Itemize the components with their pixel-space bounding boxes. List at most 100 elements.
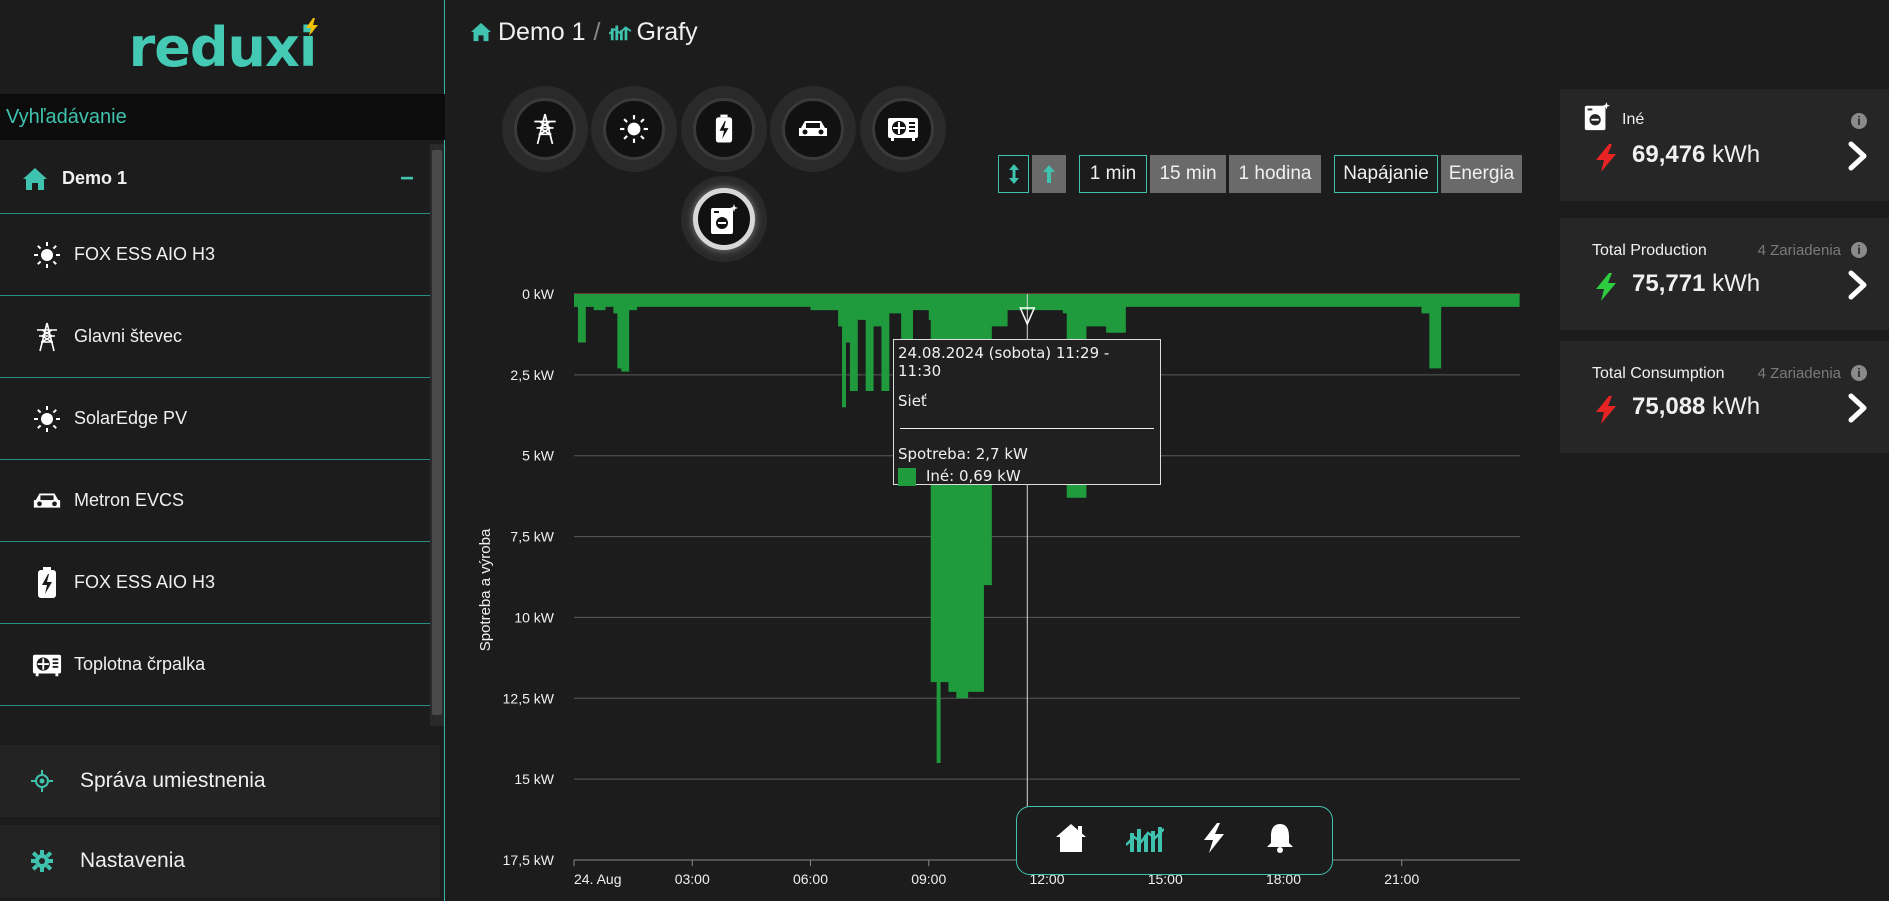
tooltip-series-value: 0,69 kW: [959, 467, 1021, 485]
sidebar-item-label: SolarEdge PV: [74, 408, 188, 428]
logo-text: reduxi: [128, 15, 318, 79]
y-tick-label: 17,5 kW: [503, 852, 555, 868]
device-battery-button[interactable]: [681, 86, 767, 172]
sidebar-item-label: Glavni števec: [74, 326, 183, 346]
car-icon: [799, 121, 827, 136]
mode-power[interactable]: Napájanie: [1334, 155, 1438, 193]
sidebar-item-fox-ess-1[interactable]: FOX ESS AIO H3: [0, 214, 430, 296]
y-axis-label: Spotreba a výroba: [477, 528, 494, 651]
tooltip-time: 24.08.2024 (sobota) 11:29 - 11:30: [898, 344, 1110, 380]
sun-icon: [32, 240, 62, 270]
resolution-1hour[interactable]: 1 hodina: [1229, 155, 1321, 193]
arrow-up-icon: [1043, 165, 1055, 183]
y-tick-label: 0 kW: [522, 286, 555, 302]
collapse-icon[interactable]: −: [400, 165, 414, 193]
nav-label: Nastavenia: [80, 849, 186, 872]
x-tick-label: 09:00: [911, 871, 946, 887]
y-axis: 0 kW 2,5 kW 5 kW 7,5 kW 10 kW 12,5 kW 15 kW 17,…: [503, 286, 555, 868]
chevron-right-icon[interactable]: [1847, 141, 1869, 176]
mode-label: Napájanie: [1343, 163, 1429, 184]
bell-icon[interactable]: [1265, 822, 1295, 859]
chart-icon[interactable]: [1124, 823, 1165, 858]
card-value-unit: kWh: [1712, 270, 1761, 297]
card-value-unit: kWh: [1712, 393, 1761, 420]
home-icon[interactable]: [470, 22, 492, 42]
card-value-number: 75,088: [1632, 393, 1706, 420]
sun-icon: [32, 404, 62, 434]
zoom-up-toggle[interactable]: [1032, 155, 1066, 193]
y-tick-label: 15 kW: [514, 771, 554, 787]
search-field[interactable]: Vyhľadávanie: [0, 94, 445, 140]
zoom-vertical-toggle[interactable]: [998, 155, 1029, 193]
info-icon[interactable]: i: [1851, 365, 1867, 381]
tree-root-demo[interactable]: Demo 1 −: [0, 144, 430, 214]
home-icon[interactable]: [1054, 822, 1088, 859]
nav-settings[interactable]: Nastavenia: [0, 825, 440, 897]
logo-bolt-icon: [305, 18, 453, 42]
nav-location-management[interactable]: Správa umiestnenia: [0, 745, 440, 817]
tooltip-series-swatch: [898, 467, 916, 486]
sidebar-item-label: Toplotna črpalka: [74, 654, 206, 674]
tooltip-source: Sieť: [898, 392, 927, 410]
y-tick-label: 5 kW: [522, 448, 555, 464]
sun-icon: [620, 115, 648, 143]
bolt-icon[interactable]: [1201, 822, 1227, 859]
battery-icon: [715, 114, 733, 143]
y-tick-label: 10 kW: [514, 609, 554, 625]
appliance-icon: [1582, 101, 1612, 136]
sidebar-item-label: FOX ESS AIO H3: [74, 244, 216, 264]
resolution-15min[interactable]: 15 min: [1150, 155, 1226, 193]
sidebar-item-metron-evcs[interactable]: Metron EVCS: [0, 460, 430, 542]
card-sub: 4 Zariadenia: [1757, 365, 1841, 382]
chevron-right-icon[interactable]: [1847, 393, 1869, 428]
breadcrumb-home[interactable]: Demo 1: [498, 18, 586, 47]
card-total-production[interactable]: Total Production 4 Zariadenia i 75,771 k…: [1560, 218, 1889, 330]
device-appliance-button[interactable]: [681, 176, 767, 262]
sidebar-item-solaredge[interactable]: SolarEdge PV: [0, 378, 430, 460]
breadcrumb-page: Grafy: [636, 17, 698, 46]
sidebar-item-fox-ess-battery[interactable]: FOX ESS AIO H3: [0, 542, 430, 624]
card-value: 75,088 kWh: [1632, 393, 1760, 421]
resolution-label: 1 hodina: [1238, 163, 1312, 184]
device-ev-button[interactable]: [770, 86, 856, 172]
bottom-nav: [1016, 806, 1333, 875]
info-icon[interactable]: i: [1851, 242, 1867, 258]
tooltip-consumption: Spotreba: 2,7 kW: [898, 445, 1028, 463]
sidebar-item-toplotna-crpalka[interactable]: Toplotna črpalka: [0, 624, 430, 706]
tooltip-series-row: Iné: 0,69 kW: [898, 467, 1156, 486]
device-solar-button[interactable]: [591, 86, 677, 172]
power-tower-icon: [32, 322, 62, 352]
card-value-number: 69,476: [1632, 141, 1706, 168]
tooltip-divider: [900, 428, 1154, 429]
card-value: 69,476 kWh: [1632, 141, 1760, 169]
logo[interactable]: reduxi: [0, 0, 445, 94]
sidebar-scrollbar-thumb[interactable]: [432, 150, 442, 715]
power-tower-icon: [534, 113, 556, 145]
card-value-unit: kWh: [1712, 141, 1761, 168]
card-title: Total Production: [1592, 242, 1707, 259]
app-root: reduxi Vyhľadávanie Demo 1 − FOX ESS AIO…: [0, 0, 1889, 901]
mode-energy[interactable]: Energia: [1441, 155, 1522, 193]
breadcrumb-separator: /: [593, 17, 601, 46]
bolt-icon: [1594, 143, 1618, 178]
device-grid-button[interactable]: [502, 86, 588, 172]
chart-icon: [608, 22, 631, 42]
device-tree: Demo 1 − FOX ESS AIO H3 Glavni števec So…: [0, 144, 430, 726]
y-tick-label: 7,5 kW: [510, 529, 554, 545]
heat-pump-icon: [32, 650, 62, 680]
card-other[interactable]: Iné i 69,476 kWh: [1560, 89, 1889, 201]
sidebar-item-glavni-stevec[interactable]: Glavni števec: [0, 296, 430, 378]
chevron-right-icon[interactable]: [1847, 270, 1869, 305]
location-icon: [30, 770, 54, 792]
appliance-icon: [711, 204, 738, 234]
info-icon[interactable]: i: [1851, 113, 1867, 129]
sidebar-item-label: FOX ESS AIO H3: [74, 572, 216, 592]
chart-tooltip: 24.08.2024 (sobota) 11:29 - 11:30 Sieť S…: [893, 339, 1161, 486]
resolution-1min[interactable]: 1 min: [1079, 155, 1147, 193]
card-total-consumption[interactable]: Total Consumption 4 Zariadenia i 75,088 …: [1560, 341, 1889, 453]
heat-pump-icon: [888, 118, 918, 141]
car-icon: [32, 486, 62, 516]
device-heat-pump-button[interactable]: [860, 86, 946, 172]
breadcrumb: Demo 1 / Grafy: [470, 16, 698, 48]
x-tick-label: 24. Aug: [574, 871, 622, 887]
